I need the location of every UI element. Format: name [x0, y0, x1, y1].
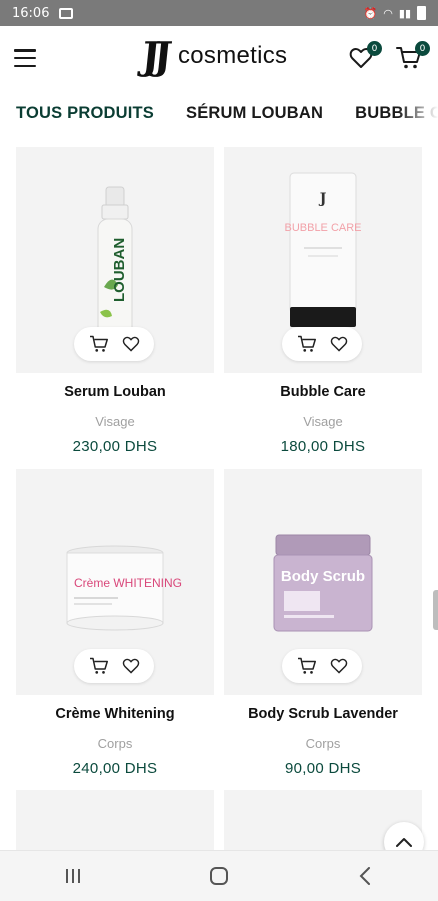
home-button[interactable] — [189, 856, 249, 896]
product-name[interactable]: Crème Whitening — [16, 706, 214, 722]
product-actions — [74, 649, 154, 683]
product-image-label: Crème WHITENING — [74, 576, 182, 590]
tab-all-products[interactable]: TOUS PRODUITS — [16, 104, 154, 123]
product-card[interactable]: LOUBAN Serum Louban Visage 230,00 DHS — [16, 147, 214, 469]
product-image[interactable]: J BUBBLE CARE — [224, 147, 422, 373]
back-button[interactable] — [335, 856, 395, 896]
app-header: JJ cosmetics 0 0 — [0, 26, 438, 90]
add-to-cart-icon[interactable] — [89, 657, 109, 675]
product-price: 180,00 DHS — [280, 438, 366, 455]
product-image-label: LOUBAN — [111, 238, 128, 302]
edge-panel-handle[interactable] — [433, 590, 438, 630]
logo-mark: JJ — [139, 33, 169, 78]
product-price: 230,00 DHS — [72, 438, 158, 455]
add-to-wishlist-icon[interactable] — [330, 336, 348, 352]
product-actions — [282, 649, 362, 683]
back-icon — [359, 867, 370, 885]
brand-logo[interactable]: JJ cosmetics — [139, 33, 288, 78]
product-grid: LOUBAN Serum Louban Visage 230,00 DHS J — [16, 147, 422, 791]
signal-icon: ▮▮ — [398, 6, 411, 20]
tabs-fade — [398, 92, 438, 134]
product-image[interactable]: Body Scrub — [224, 469, 422, 695]
tab-serum-louban[interactable]: SÉRUM LOUBAN — [186, 104, 323, 123]
status-time: 16:06 — [12, 5, 50, 21]
cart-count-badge: 0 — [415, 41, 430, 56]
chevron-up-icon — [396, 838, 412, 847]
product-price: 90,00 DHS — [284, 760, 362, 777]
wifi-icon: ◠ — [383, 6, 393, 20]
system-navigation-bar — [0, 850, 438, 901]
product-image-label: BUBBLE CARE — [284, 222, 361, 234]
add-to-wishlist-icon[interactable] — [330, 658, 348, 674]
add-to-cart-icon[interactable] — [297, 335, 317, 353]
gallery-notification-icon — [59, 7, 74, 19]
alarm-icon: ⏰ — [363, 6, 378, 20]
product-image[interactable]: Crème WHITENING — [16, 469, 214, 695]
hamburger-menu-icon[interactable] — [14, 49, 36, 67]
product-image[interactable]: LOUBAN — [16, 147, 214, 373]
home-icon — [210, 867, 228, 885]
wishlist-count-badge: 0 — [367, 41, 382, 56]
product-name[interactable]: Bubble Care — [224, 384, 422, 400]
add-to-wishlist-icon[interactable] — [122, 658, 140, 674]
status-bar: 16:06 ⏰ ◠ ▮▮ — [0, 0, 438, 26]
product-category: Corps — [305, 736, 341, 751]
product-actions — [282, 327, 362, 361]
add-to-cart-icon[interactable] — [297, 657, 317, 675]
product-card[interactable]: Body Scrub Body Scrub Lavender Corps 90,… — [224, 469, 422, 791]
product-actions — [74, 327, 154, 361]
product-category: Visage — [303, 414, 343, 429]
add-to-wishlist-icon[interactable] — [122, 336, 140, 352]
product-price: 240,00 DHS — [72, 760, 158, 777]
product-category: Visage — [95, 414, 135, 429]
product-image-label: Body Scrub — [281, 568, 365, 585]
logo-text: cosmetics — [177, 42, 288, 69]
recent-apps-icon — [66, 869, 80, 883]
battery-icon — [417, 6, 426, 20]
wishlist-button[interactable]: 0 — [346, 41, 382, 73]
cart-button[interactable]: 0 — [394, 41, 430, 73]
product-card[interactable]: J BUBBLE CARE Bubble Care Visage 180,00 … — [224, 147, 422, 469]
product-card[interactable]: Crème WHITENING Crème Whitening Corps 24… — [16, 469, 214, 791]
tube-logo: J — [318, 191, 327, 207]
recent-apps-button[interactable] — [43, 856, 103, 896]
product-name[interactable]: Body Scrub Lavender — [224, 706, 422, 722]
category-tabs: TOUS PRODUITS SÉRUM LOUBAN BUBBLE C/ — [0, 92, 438, 134]
product-name[interactable]: Serum Louban — [16, 384, 214, 400]
product-category: Corps — [97, 736, 133, 751]
add-to-cart-icon[interactable] — [89, 335, 109, 353]
